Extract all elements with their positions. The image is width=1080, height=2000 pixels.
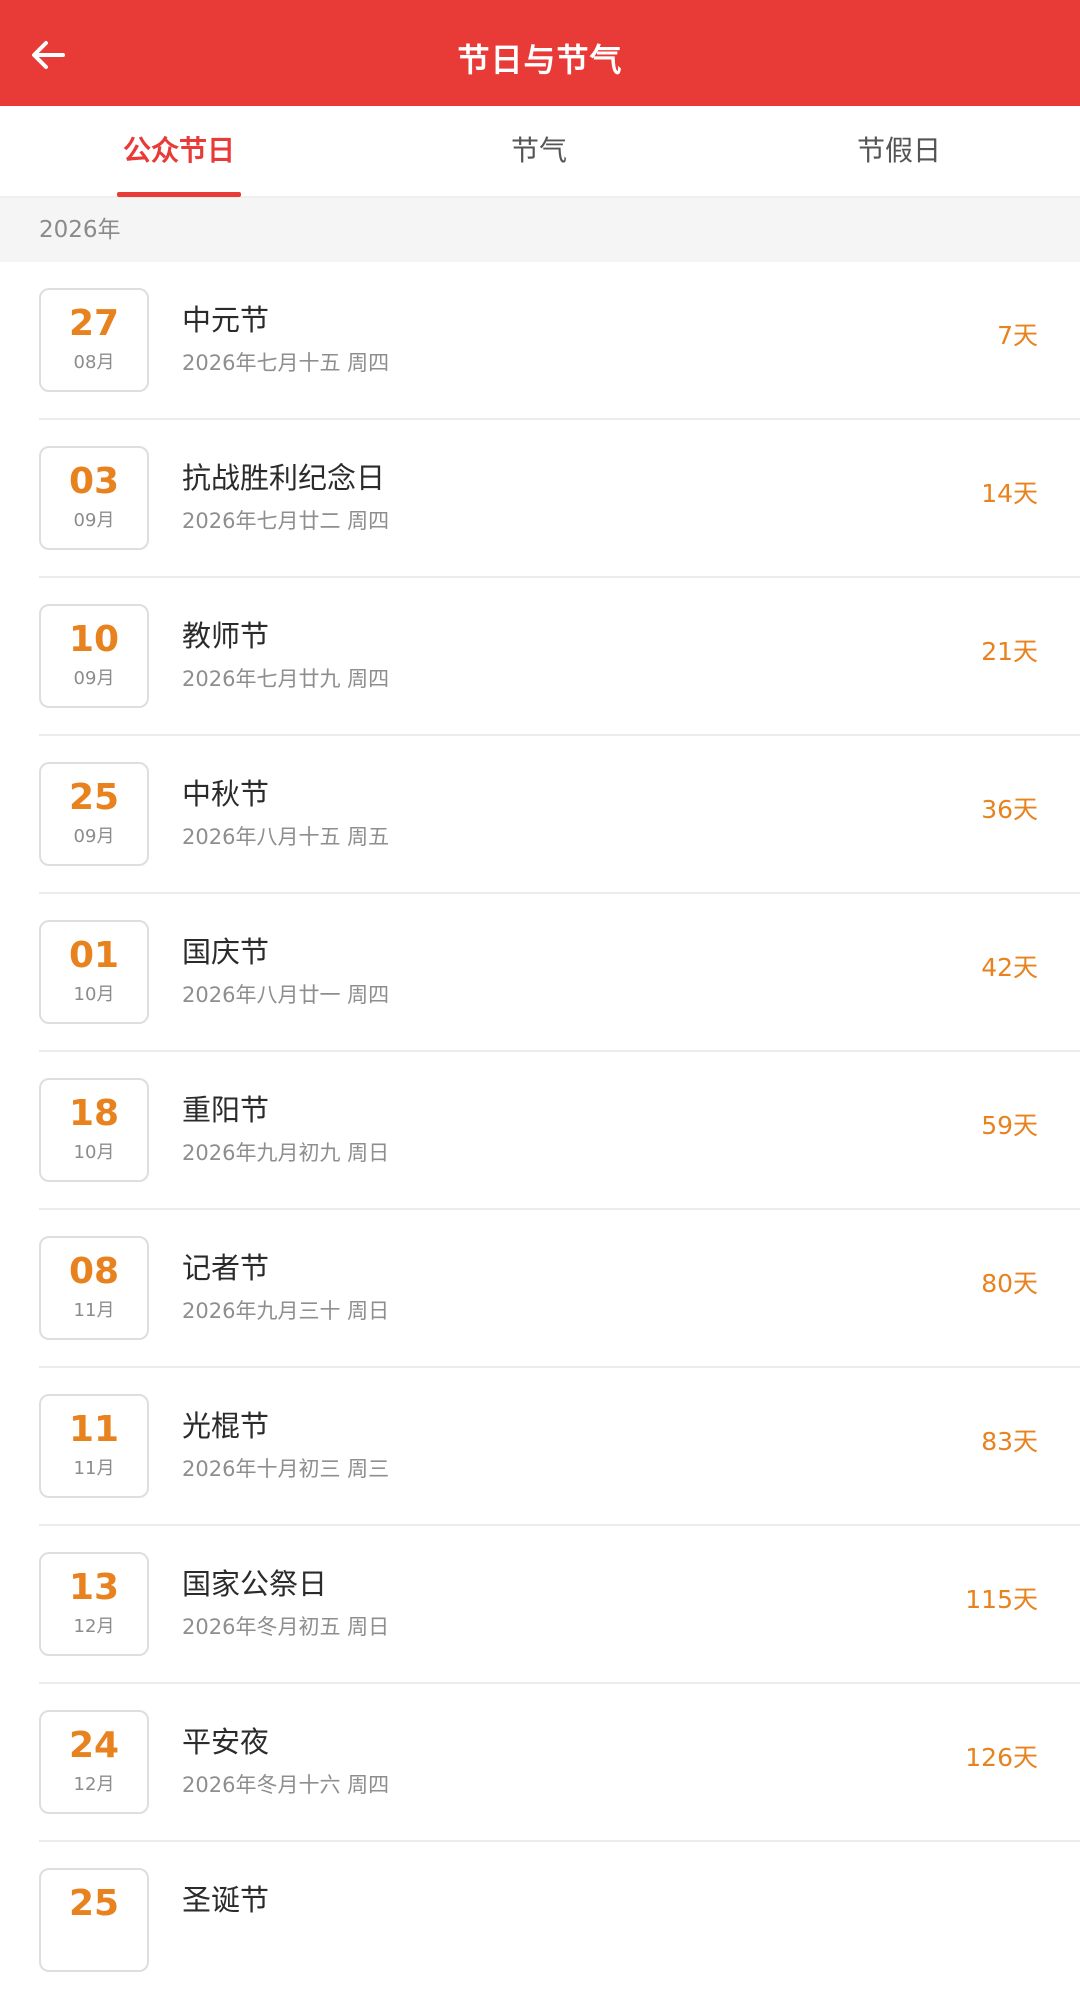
- year-section-header: 2026年: [0, 198, 1080, 262]
- festival-name: 圣诞节: [182, 1883, 270, 1917]
- festival-lunar-date: 2026年十月初三 周三: [182, 1457, 390, 1481]
- days-remaining: 14天: [981, 479, 1038, 508]
- date-day: 11: [68, 1409, 120, 1450]
- date-month: 12月: [73, 1616, 115, 1637]
- date-day: 18: [68, 1093, 120, 1134]
- app-header: 节日与节气: [0, 0, 1080, 106]
- festival-row[interactable]: 08 11月 记者节 2026年九月三十 周日 80天: [0, 1210, 1080, 1368]
- festival-lunar-date: 2026年八月十五 周五: [182, 825, 390, 849]
- festival-name: 中元节: [182, 303, 270, 337]
- tab-public-vacations[interactable]: 节假日: [800, 106, 998, 196]
- festival-lunar-date: 2026年九月三十 周日: [182, 1299, 390, 1323]
- festival-row[interactable]: 03 09月 抗战胜利纪念日 2026年七月廿二 周四 14天: [0, 420, 1080, 578]
- festival-row[interactable]: 18 10月 重阳节 2026年九月初九 周日 59天: [0, 1052, 1080, 1210]
- date-badge: 01 10月: [39, 920, 149, 1024]
- festival-lunar-date: 2026年八月廿一 周四: [182, 983, 390, 1007]
- date-badge: 11 11月: [39, 1394, 149, 1498]
- date-day: 27: [68, 303, 120, 344]
- days-remaining: 126天: [965, 1743, 1038, 1772]
- page-title: 节日与节气: [457, 41, 623, 79]
- date-badge: 18 10月: [39, 1078, 149, 1182]
- festival-lunar-date: 2026年七月廿二 周四: [182, 509, 390, 533]
- date-day: 24: [68, 1725, 120, 1766]
- date-day: 10: [68, 619, 120, 660]
- date-badge: 03 09月: [39, 446, 149, 550]
- days-remaining: 36天: [981, 795, 1038, 824]
- date-month: 09月: [73, 510, 115, 531]
- date-day: 25: [68, 777, 120, 818]
- date-month: 11月: [73, 1458, 115, 1479]
- date-badge: 24 12月: [39, 1710, 149, 1814]
- festival-row[interactable]: 25 09月 中秋节 2026年八月十五 周五 36天: [0, 736, 1080, 894]
- festival-name: 光棍节: [182, 1409, 270, 1443]
- festival-name: 教师节: [182, 619, 270, 653]
- date-badge: 08 11月: [39, 1236, 149, 1340]
- date-month: 10月: [73, 1142, 115, 1163]
- date-badge: 25: [39, 1868, 149, 1972]
- tab-bar: 公众节日 节气 节假日: [0, 106, 1080, 198]
- days-remaining: 115天: [965, 1585, 1038, 1614]
- festival-lunar-date: 2026年七月十五 周四: [182, 351, 390, 375]
- date-month: 09月: [73, 668, 115, 689]
- festival-lunar-date: 2026年九月初九 周日: [182, 1141, 390, 1165]
- date-day: 03: [68, 461, 120, 502]
- date-badge: 25 09月: [39, 762, 149, 866]
- days-remaining: 42天: [981, 953, 1038, 982]
- date-day: 25: [68, 1883, 120, 1924]
- date-day: 01: [68, 935, 120, 976]
- section-year-label: 2026年: [39, 217, 121, 243]
- festival-lunar-date: 2026年冬月十六 周四: [182, 1773, 390, 1797]
- festival-name: 国家公祭日: [182, 1567, 328, 1601]
- tab-solar-terms[interactable]: 节气: [440, 106, 638, 196]
- days-remaining: 59天: [981, 1111, 1038, 1140]
- tab-public-holidays[interactable]: 公众节日: [80, 106, 278, 196]
- festival-name: 中秋节: [182, 777, 270, 811]
- festival-row[interactable]: 13 12月 国家公祭日 2026年冬月初五 周日 115天: [0, 1526, 1080, 1684]
- date-day: 08: [68, 1251, 120, 1292]
- festival-lunar-date: 2026年七月廿九 周四: [182, 667, 390, 691]
- days-remaining: 7天: [997, 321, 1038, 350]
- date-month: 09月: [73, 826, 115, 847]
- days-remaining: 21天: [981, 637, 1038, 666]
- days-remaining: 83天: [981, 1427, 1038, 1456]
- festival-row[interactable]: 11 11月 光棍节 2026年十月初三 周三 83天: [0, 1368, 1080, 1526]
- date-month: 10月: [73, 984, 115, 1005]
- festival-name: 重阳节: [182, 1093, 270, 1127]
- festival-name: 抗战胜利纪念日: [182, 461, 386, 495]
- date-month: 12月: [73, 1774, 115, 1795]
- active-tab-indicator: [117, 192, 241, 197]
- festival-row[interactable]: 24 12月 平安夜 2026年冬月十六 周四 126天: [0, 1684, 1080, 1842]
- festival-lunar-date: 2026年冬月初五 周日: [182, 1615, 390, 1639]
- date-day: 13: [68, 1567, 120, 1608]
- festival-name: 国庆节: [182, 935, 270, 969]
- date-badge: 27 08月: [39, 288, 149, 392]
- date-month: 11月: [73, 1300, 115, 1321]
- date-badge: 13 12月: [39, 1552, 149, 1656]
- festival-name: 平安夜: [182, 1725, 270, 1759]
- festival-name: 记者节: [182, 1251, 270, 1285]
- days-remaining: 80天: [981, 1269, 1038, 1298]
- festival-row[interactable]: 01 10月 国庆节 2026年八月廿一 周四 42天: [0, 894, 1080, 1052]
- date-badge: 10 09月: [39, 604, 149, 708]
- festival-row[interactable]: 25 圣诞节: [0, 1842, 1080, 2000]
- date-month: 08月: [73, 352, 115, 373]
- festival-row[interactable]: 10 09月 教师节 2026年七月廿九 周四 21天: [0, 578, 1080, 736]
- festival-row[interactable]: 27 08月 中元节 2026年七月十五 周四 7天: [0, 262, 1080, 420]
